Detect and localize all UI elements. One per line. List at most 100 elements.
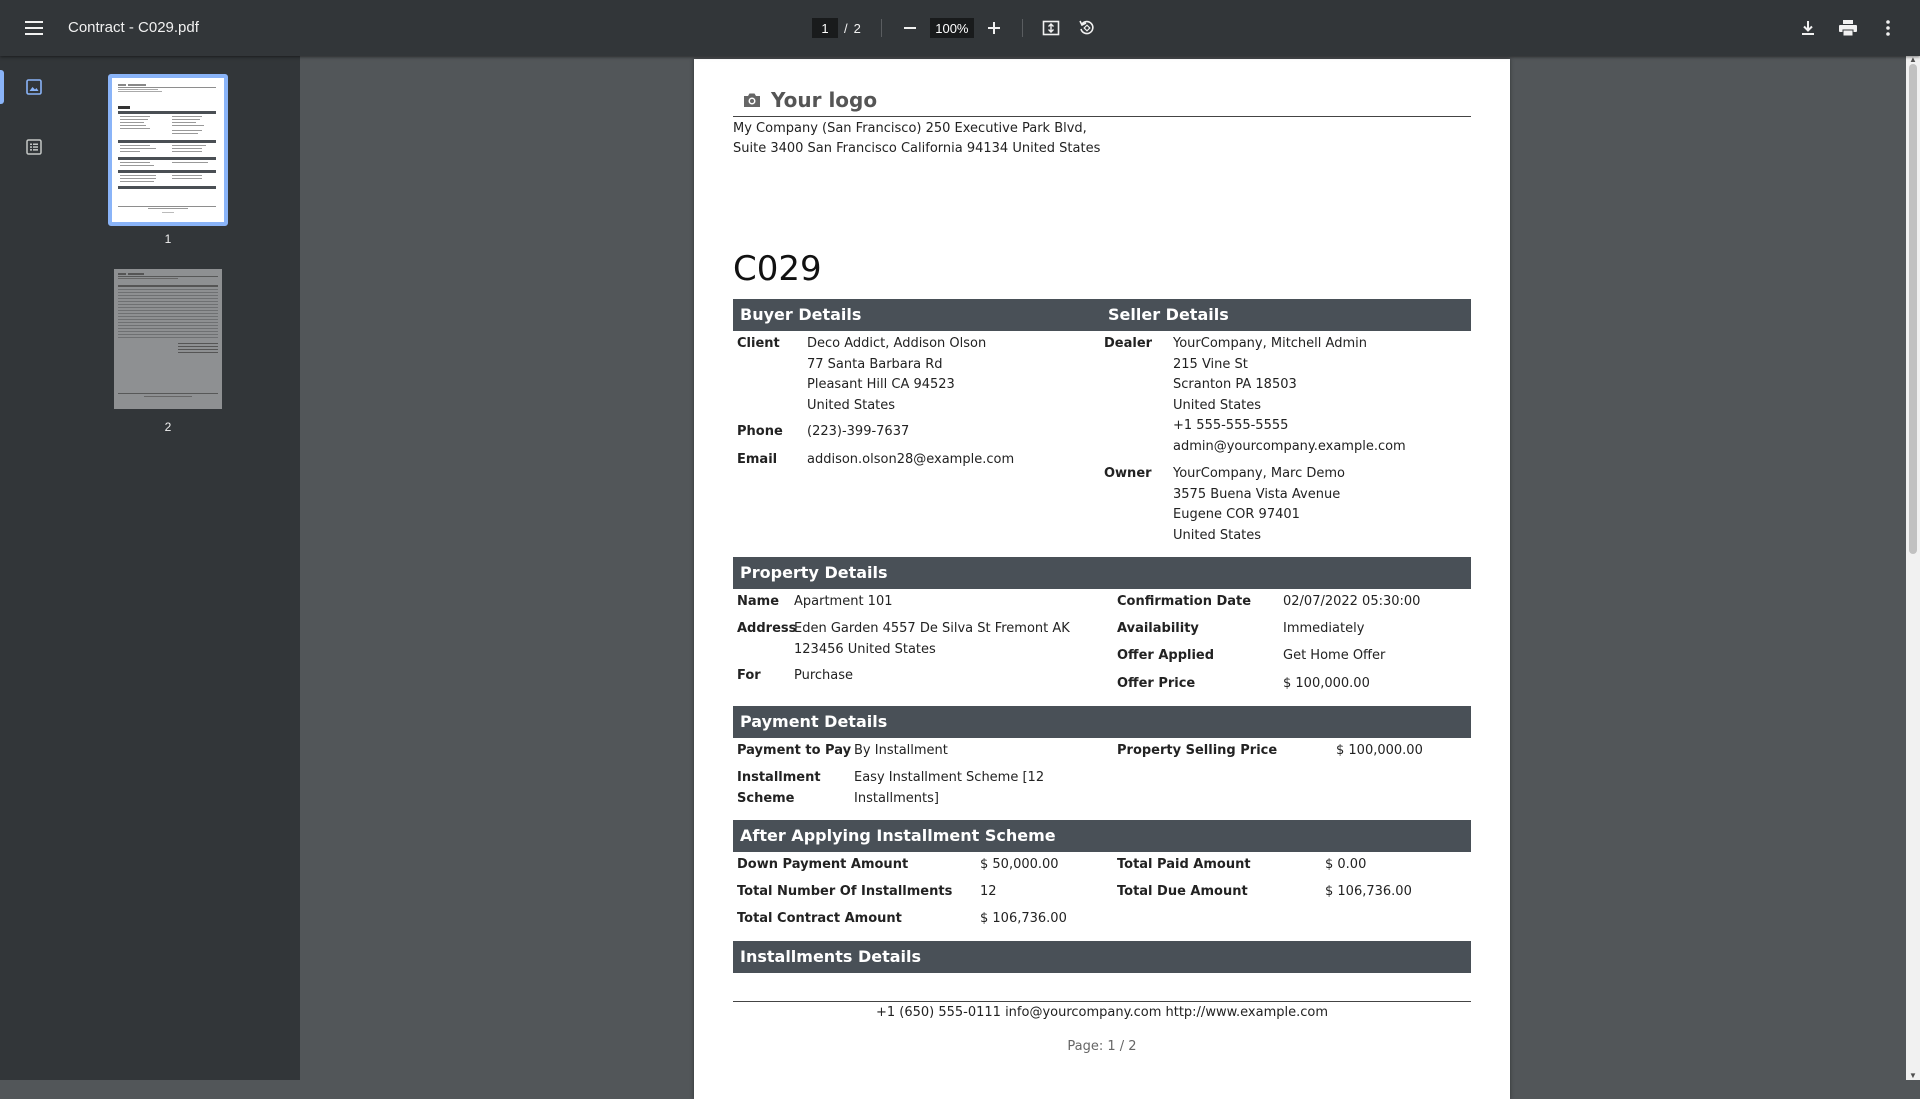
seller-heading: Seller Details <box>1108 305 1229 324</box>
fit-page-button[interactable] <box>1037 14 1065 42</box>
page-thumbnail-2[interactable] <box>114 269 222 409</box>
toolbar-right-actions <box>1794 14 1902 42</box>
dealer-line: +1 555-555-5555 <box>1173 418 1289 433</box>
due-amount-label: Total Due Amount <box>1117 884 1248 899</box>
dealer-value: YourCompany, Mitchell Admin 215 Vine St … <box>1173 334 1406 457</box>
rotate-button[interactable] <box>1073 14 1101 42</box>
print-button[interactable] <box>1834 14 1862 42</box>
zoom-input[interactable] <box>929 18 974 38</box>
paid-amount-value: $ 0.00 <box>1325 857 1367 872</box>
down-payment-value: $ 50,000.00 <box>980 857 1059 872</box>
owner-line: United States <box>1173 527 1262 543</box>
paid-amount-label: Total Paid Amount <box>1117 857 1251 872</box>
outline-view-button[interactable] <box>20 133 48 161</box>
footer-contact: +1 (650) 555-0111 info@yourcompany.com h… <box>875 1005 1329 1020</box>
owner-line: Eugene COR 97401 <box>1173 507 1300 522</box>
page-controls: / 2 <box>812 14 1101 42</box>
footer-divider <box>733 1001 1471 1002</box>
sidebar-rail <box>0 56 68 1080</box>
page-number-text: Page: 1 / 2 <box>1067 1039 1137 1054</box>
dealer-line: admin@yourcompany.example.com <box>1173 438 1406 454</box>
client-line: Pleasant Hill CA 94523 <box>807 377 955 392</box>
owner-value: YourCompany, Marc Demo 3575 Buena Vista … <box>1173 464 1345 546</box>
logo-text: Your logo <box>771 88 878 112</box>
pdf-page: Your logo My Company (San Francisco) 250… <box>694 59 1510 1099</box>
thumbnail-sidebar: 1 2 <box>0 56 300 1080</box>
scroll-up-icon[interactable]: ▲ <box>1909 56 1917 64</box>
owner-label: Owner <box>1104 466 1152 481</box>
download-button[interactable] <box>1794 14 1822 42</box>
num-installments-label: Total Number Of Installments <box>737 884 953 899</box>
selling-price-value: $ 100,000.00 <box>1336 743 1423 758</box>
scheme-line: Easy Installment Scheme [12 <box>854 770 1045 785</box>
page-thumbnail-1[interactable] <box>108 74 228 226</box>
contract-title: C029 <box>733 249 822 289</box>
vertical-scrollbar[interactable]: ▲ ▼ <box>1906 56 1920 1080</box>
email-value: addison.olson28@example.com <box>807 452 1015 467</box>
payment-to-pay-label: Payment to Pay <box>737 743 852 758</box>
camera-icon <box>744 93 760 107</box>
minus-icon <box>903 27 916 29</box>
availability-label: Availability <box>1117 621 1199 636</box>
more-vert-icon <box>1886 20 1890 36</box>
menu-icon[interactable] <box>20 14 48 42</box>
after-scheme-heading: After Applying Installment Scheme <box>740 826 1056 845</box>
confirmation-date-value: 02/07/2022 05:30:00 <box>1283 594 1421 609</box>
confirmation-date-label: Confirmation Date <box>1117 594 1252 609</box>
more-options-button[interactable] <box>1874 14 1902 42</box>
fit-page-icon <box>1042 20 1060 36</box>
company-address-line: Suite 3400 San Francisco California 9413… <box>733 141 1101 156</box>
thumbnails-view-button[interactable] <box>20 73 48 101</box>
installments-heading: Installments Details <box>740 947 922 966</box>
phone-value: (223)-399-7637 <box>807 424 910 439</box>
contract-amount-value: $ 106,736.00 <box>980 911 1067 926</box>
offer-applied-value: Get Home Offer <box>1283 648 1386 663</box>
client-label: Client <box>737 336 780 351</box>
num-installments-value: 12 <box>980 884 997 899</box>
property-name-label: Name <box>737 594 780 609</box>
address-line: Eden Garden 4557 De Silva St Fremont AK <box>794 621 1070 636</box>
property-address-value: Eden Garden 4557 De Silva St Fremont AK … <box>794 619 1070 660</box>
payment-header: Payment Details <box>733 706 1471 738</box>
page-preview-icon <box>114 269 222 409</box>
dealer-label: Dealer <box>1104 336 1153 351</box>
owner-line: 3575 Buena Vista Avenue <box>1173 486 1341 502</box>
owner-line: YourCompany, Marc Demo <box>1173 466 1346 481</box>
page-preview-icon <box>118 84 216 213</box>
offer-applied-label: Offer Applied <box>1117 648 1215 663</box>
scroll-down-icon[interactable]: ▼ <box>1909 1072 1917 1080</box>
property-header: Property Details <box>733 557 1471 589</box>
page-number-input[interactable] <box>812 18 838 38</box>
total-pages: 2 <box>853 20 861 36</box>
zoom-in-button[interactable] <box>980 14 1008 42</box>
toolbar-divider <box>1021 19 1023 37</box>
plus-icon <box>987 22 1000 34</box>
installment-scheme-label: Installment Scheme <box>737 768 821 809</box>
printer-icon <box>1839 20 1857 36</box>
availability-value: Immediately <box>1283 621 1365 636</box>
installment-scheme-value: Easy Installment Scheme [12 Installments… <box>854 768 1044 809</box>
offer-price-label: Offer Price <box>1117 676 1196 691</box>
down-payment-label: Down Payment Amount <box>737 857 909 872</box>
page-separator: / <box>844 20 848 36</box>
installments-header: Installments Details <box>733 941 1471 973</box>
email-label: Email <box>737 452 778 467</box>
property-heading: Property Details <box>740 563 888 582</box>
buyer-heading: Buyer Details <box>740 305 862 324</box>
scheme-label-line: Scheme <box>737 790 795 806</box>
zoom-out-button[interactable] <box>896 14 924 42</box>
payment-to-pay-value: By Installment <box>854 743 948 758</box>
after-scheme-header: After Applying Installment Scheme <box>733 820 1471 852</box>
thumbnail-label-2: 2 <box>164 420 172 434</box>
dealer-line: United States <box>1173 397 1262 413</box>
selling-price-label: Property Selling Price <box>1117 743 1278 758</box>
image-icon <box>26 79 42 95</box>
thumbnail-label-1: 1 <box>164 232 172 246</box>
dealer-line: Scranton PA 18503 <box>1173 377 1297 392</box>
scrollbar-thumb[interactable] <box>1909 64 1917 554</box>
due-amount-value: $ 106,736.00 <box>1325 884 1412 899</box>
active-indicator <box>0 70 4 104</box>
client-line: Deco Addict, Addison Olson <box>807 336 987 351</box>
company-address: My Company (San Francisco) 250 Executive… <box>733 119 1100 159</box>
download-icon <box>1802 21 1814 35</box>
